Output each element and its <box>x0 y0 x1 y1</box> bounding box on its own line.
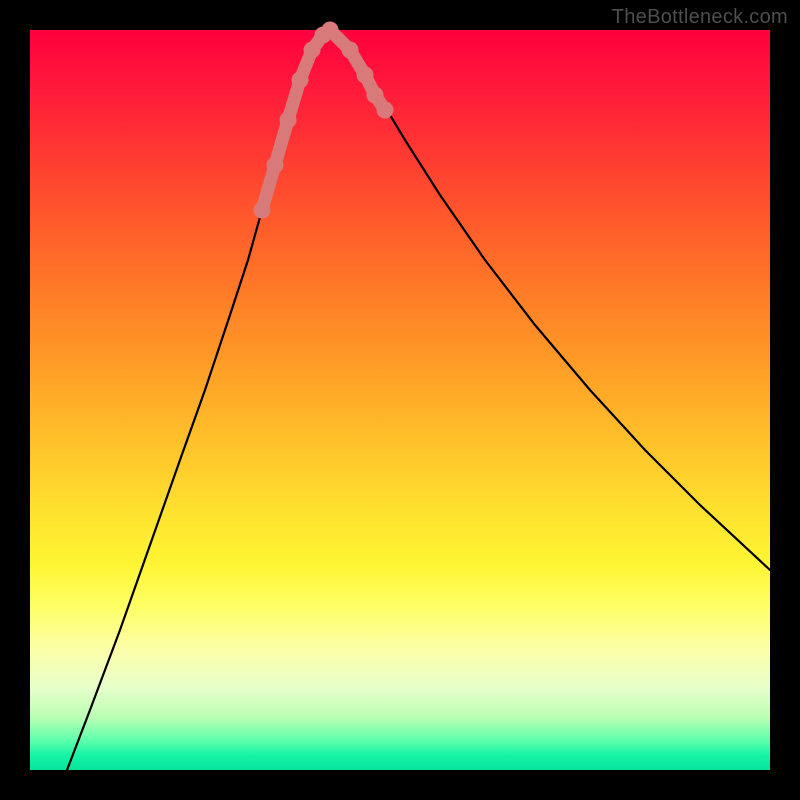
curve-left <box>67 30 330 770</box>
overlay-dot <box>254 202 271 219</box>
curve-right <box>330 30 770 570</box>
overlay-dot <box>304 42 321 59</box>
overlay-dot <box>267 157 284 174</box>
curve-layer <box>30 30 770 770</box>
overlay-dot <box>342 42 359 59</box>
overlay-dot <box>377 102 394 119</box>
overlay-dot <box>280 112 297 129</box>
watermark-text: TheBottleneck.com <box>612 6 788 29</box>
overlay-dot <box>292 72 309 89</box>
chart-frame: TheBottleneck.com <box>0 0 800 800</box>
overlay-dot <box>357 67 374 84</box>
overlay-dot <box>322 22 339 39</box>
overlay-dot <box>367 87 384 104</box>
